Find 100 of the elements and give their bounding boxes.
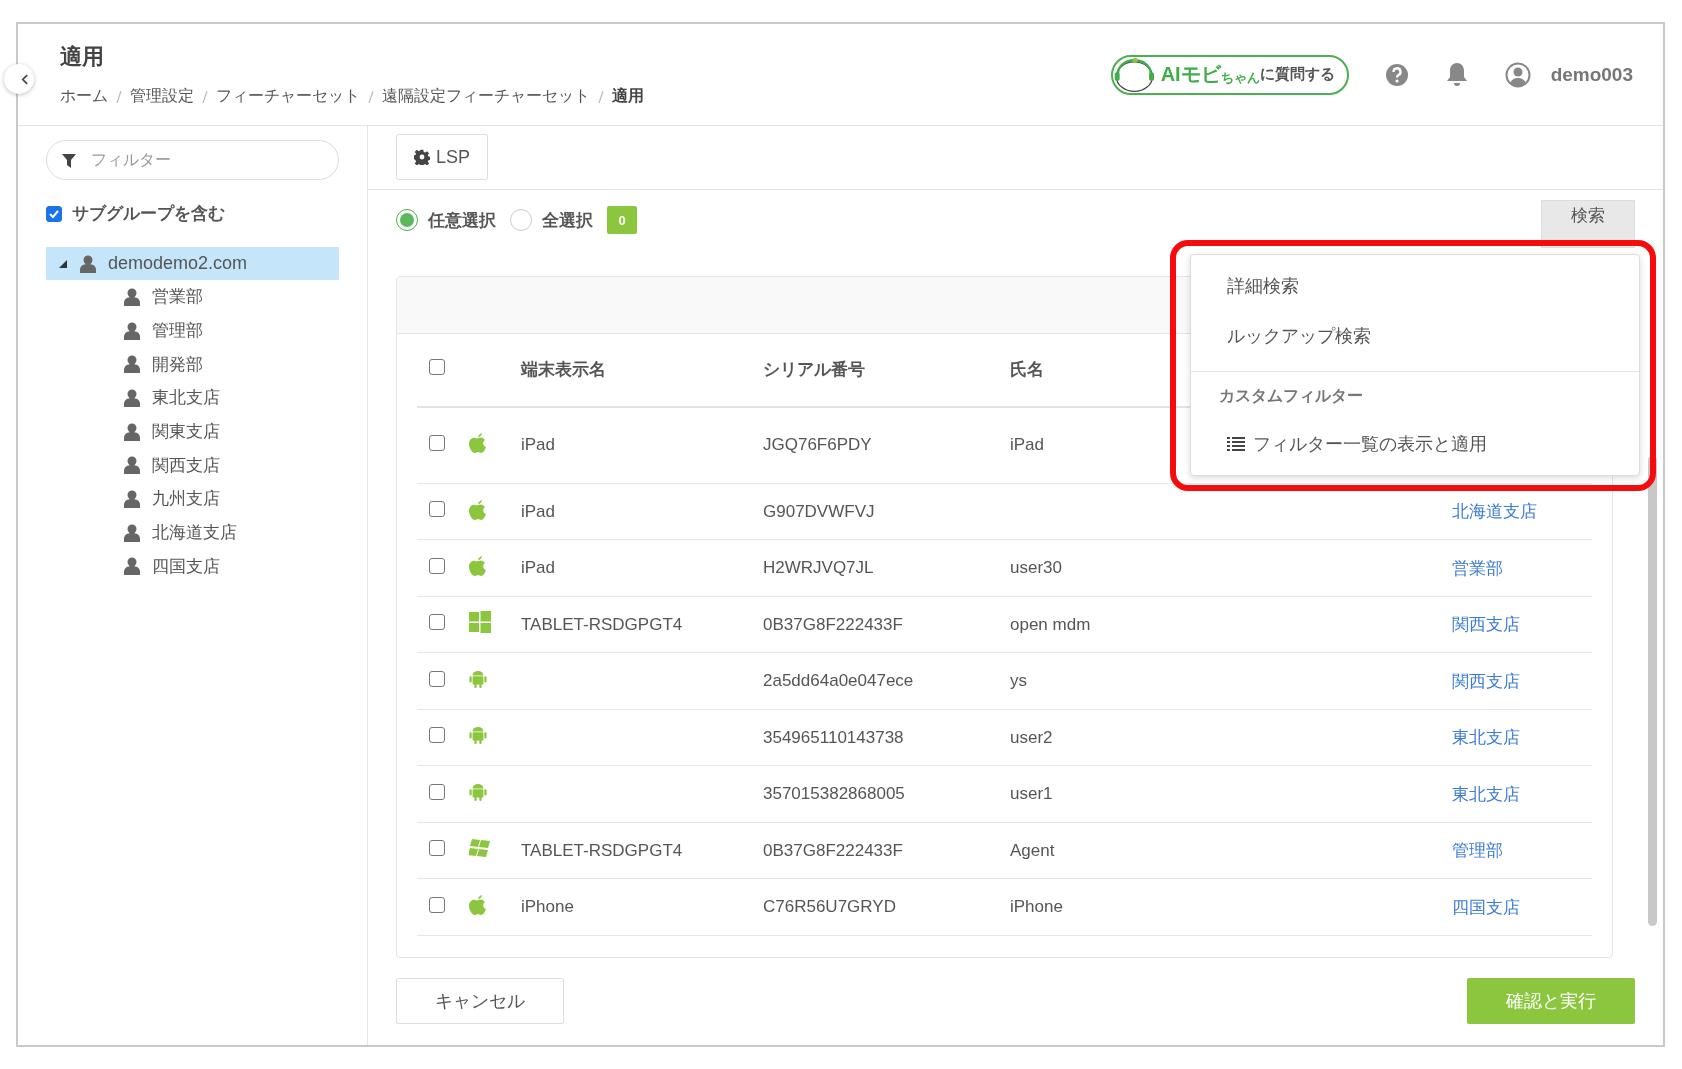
group-link[interactable]: 関西支店 xyxy=(1452,671,1520,691)
tree-item[interactable]: 九州支店 xyxy=(46,482,339,516)
menu-item[interactable]: 詳細検索 xyxy=(1191,261,1639,311)
tree-item[interactable]: 関西支店 xyxy=(46,448,339,483)
table-cell: 0B37G8F222433F xyxy=(763,614,903,634)
table-cell: iPad xyxy=(521,501,556,521)
gear-icon xyxy=(414,149,430,165)
android-icon xyxy=(469,668,487,689)
group-icon xyxy=(124,456,140,475)
bell-icon[interactable] xyxy=(1444,61,1469,88)
flag-icon xyxy=(469,838,491,859)
column-header: 氏名 xyxy=(1010,359,1045,382)
table-cell: G907DVWFVJ xyxy=(763,501,875,521)
checkbox[interactable] xyxy=(429,557,445,574)
table-cell: JGQ76F6PDY xyxy=(763,435,872,455)
menu-item[interactable]: ルックアップ検索 xyxy=(1191,311,1639,361)
table-cell: iPad xyxy=(1010,435,1045,455)
apple-icon xyxy=(469,894,487,916)
count-badge: 0 xyxy=(607,206,637,235)
table-cell: ys xyxy=(1010,671,1027,691)
table-cell: 357015382868005 xyxy=(763,784,905,804)
table-cell: user2 xyxy=(1010,727,1053,747)
table-cell: Agent xyxy=(1010,840,1055,860)
radio-option[interactable]: 任意選択 xyxy=(396,208,496,232)
column-header: シリアル番号 xyxy=(763,359,866,382)
table-cell: iPhone xyxy=(1010,897,1063,917)
table-cell: iPad xyxy=(521,558,556,578)
table-cell: user1 xyxy=(1010,784,1053,804)
scrollbar[interactable] xyxy=(1648,456,1657,926)
group-icon xyxy=(124,287,140,306)
checkbox[interactable] xyxy=(429,896,445,913)
help-icon[interactable] xyxy=(1384,62,1409,87)
android-icon xyxy=(469,725,487,746)
tree-item[interactable]: 関東支店 xyxy=(46,414,339,449)
table-cell: TABLET-RSDGPGT4 xyxy=(521,840,683,860)
tree-item[interactable]: 北海道支店 xyxy=(46,515,339,550)
table-cell: user30 xyxy=(1010,558,1062,578)
tree-item[interactable]: 四国支店 xyxy=(46,549,339,584)
page-title: 適用 xyxy=(60,43,105,71)
checkbox[interactable] xyxy=(46,205,62,222)
separator-icon xyxy=(368,89,374,104)
checkbox[interactable] xyxy=(429,359,445,376)
filter-field[interactable]: フィルター xyxy=(46,140,339,180)
breadcrumb-link[interactable]: フィーチャーセット xyxy=(216,86,360,107)
tree-item[interactable]: demodemo2.com xyxy=(46,247,339,280)
checkbox[interactable] xyxy=(429,727,445,744)
group-icon xyxy=(124,388,140,407)
table-cell: TABLET-RSDGPGT4 xyxy=(521,614,683,634)
group-link[interactable]: 営業部 xyxy=(1452,558,1503,578)
feature-tab[interactable]: LSP xyxy=(396,134,489,180)
checkbox[interactable] xyxy=(429,501,445,518)
column-header: 端末表示名 xyxy=(521,359,607,382)
group-icon xyxy=(124,321,140,340)
checkbox[interactable] xyxy=(429,783,445,800)
radio-option[interactable]: 全選択 xyxy=(510,208,593,232)
apple-icon xyxy=(469,432,487,454)
chevron-left-icon[interactable] xyxy=(21,73,28,85)
group-icon xyxy=(124,523,140,542)
windows-icon xyxy=(469,611,491,634)
checkbox[interactable] xyxy=(429,434,445,451)
group-link[interactable]: 管理部 xyxy=(1452,841,1503,861)
user-avatar-icon[interactable] xyxy=(1504,61,1531,88)
group-link[interactable]: 北海道支店 xyxy=(1452,502,1537,522)
tree-item[interactable]: 管理部 xyxy=(46,313,339,348)
tree-item[interactable]: 開発部 xyxy=(46,347,339,382)
group-icon xyxy=(124,557,140,576)
menu-section-header: カスタムフィルター xyxy=(1219,386,1363,406)
table-cell: 0B37G8F222433F xyxy=(763,840,903,860)
list-icon xyxy=(1227,437,1245,451)
apple-icon xyxy=(469,498,487,520)
table-cell: 2a5dd64a0e047ece xyxy=(763,671,914,691)
table-cell: 354965110143738 xyxy=(763,727,904,747)
group-icon xyxy=(124,422,140,441)
table-cell: iPhone xyxy=(521,897,574,917)
checkbox[interactable] xyxy=(429,670,445,687)
checkbox[interactable] xyxy=(429,614,445,631)
group-icon xyxy=(124,489,140,508)
breadcrumb-link[interactable]: 遠隔設定フィーチャーセット xyxy=(382,86,590,107)
tree-item[interactable]: 営業部 xyxy=(46,280,339,314)
filter-icon xyxy=(62,154,76,168)
group-link[interactable]: 東北支店 xyxy=(1452,784,1520,804)
android-icon xyxy=(469,781,487,802)
expand-triangle-icon[interactable] xyxy=(58,258,68,269)
table-cell: open mdm xyxy=(1010,614,1091,634)
checkbox-label: サブグループを含む xyxy=(72,203,225,225)
tree-item[interactable]: 東北支店 xyxy=(46,381,339,415)
breadcrumb-link[interactable]: 管理設定 xyxy=(130,86,194,107)
checkbox[interactable] xyxy=(429,840,445,857)
separator-icon xyxy=(202,89,208,104)
group-link[interactable]: 東北支店 xyxy=(1452,728,1520,748)
group-link[interactable]: 関西支店 xyxy=(1452,615,1520,635)
group-link[interactable]: 四国支店 xyxy=(1452,897,1520,917)
cancel-button[interactable]: キャンセル xyxy=(396,978,564,1025)
breadcrumb-link[interactable]: ホーム xyxy=(60,86,108,107)
separator-icon xyxy=(116,89,122,104)
user-name[interactable]: demo003 xyxy=(1550,63,1633,86)
table-cell: C76R56U7GRYD xyxy=(763,897,896,917)
separator-icon xyxy=(598,89,604,104)
menu-item[interactable]: フィルター一覧の表示と適用 xyxy=(1191,419,1639,469)
table-cell: iPad xyxy=(521,435,556,455)
